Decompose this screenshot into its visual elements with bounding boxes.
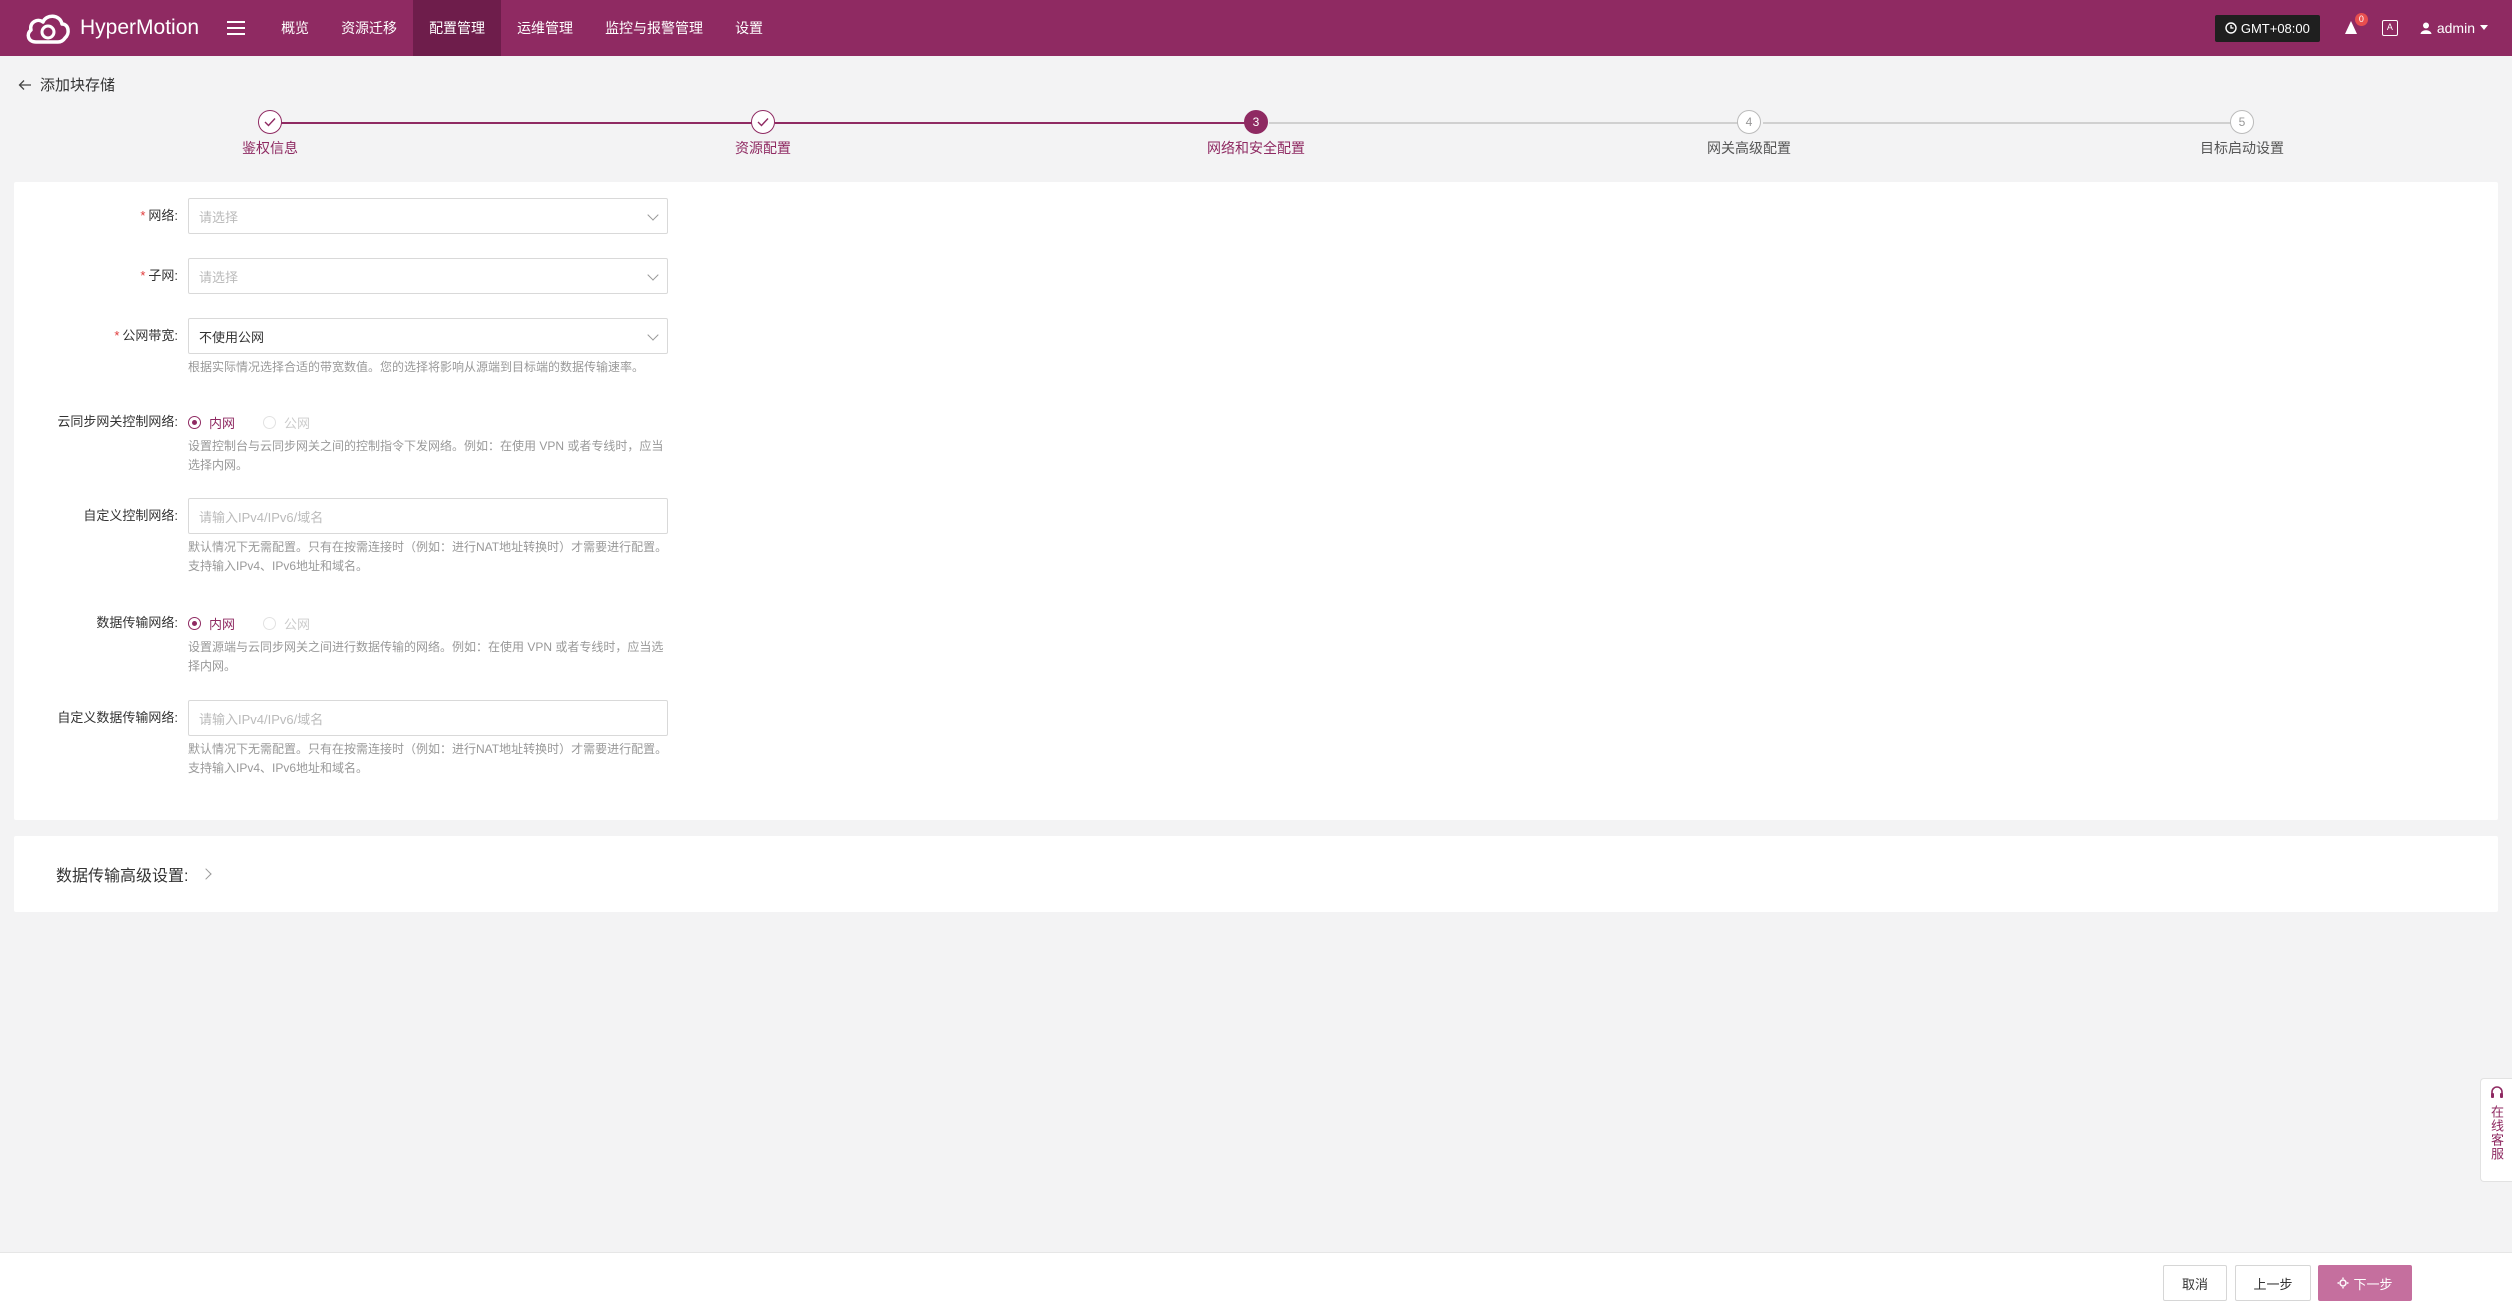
- chevron-down-icon: [647, 329, 659, 341]
- advanced-settings-panel[interactable]: 数据传输高级设置:: [14, 836, 2498, 912]
- network-form-card: * 网络: 请选择 * 子网: 请选择 * 公网带宽: 不使用公网 根据实际情况选择合…: [14, 182, 2498, 820]
- control-network-radio-public[interactable]: 公网: [263, 413, 310, 432]
- page-title: 添加块存储: [40, 77, 116, 94]
- control-network-hint: 设置控制台与云同步网关之间的控制指令下发网络。例如：在使用 VPN 或者专线时，…: [188, 439, 664, 472]
- network-label: * 网络:: [140, 208, 178, 223]
- step-1[interactable]: 鉴权信息: [180, 110, 360, 158]
- step-3: 3 网络和安全配置: [1166, 110, 1346, 158]
- subnet-label: * 子网:: [140, 268, 178, 283]
- step-number: 3: [1244, 110, 1268, 134]
- back-link[interactable]: 添加块存储: [18, 74, 115, 95]
- timezone-label: GMT+08:00: [2240, 20, 2310, 36]
- custom-data-placeholder: 请输入IPv4/IPv6/域名: [199, 711, 324, 727]
- chevron-down-icon: [647, 209, 659, 221]
- nav-item-config[interactable]: 配置管理: [413, 0, 502, 56]
- check-icon: [751, 110, 775, 134]
- brand-name: HyperMotion: [80, 16, 200, 39]
- form-row-custom-data: 自定义数据传输网络: 请输入IPv4/IPv6/域名 默认情况下无需配置。只有在…: [14, 700, 668, 778]
- step-label: 目标启动设置: [2200, 140, 2284, 156]
- form-row-control-network: 云同步网关控制网络: 内网 公网 设置控制台与云同步网关之间的控制指令下发网络。…: [14, 404, 668, 475]
- subnet-placeholder: 请选择: [199, 269, 239, 285]
- custom-control-hint: 默认情况下无需配置。只有在按需连接时（例如：进行NAT地址转换时）才需要进行配置…: [188, 540, 668, 573]
- network-select[interactable]: 请选择: [188, 198, 668, 234]
- top-navbar: HyperMotion 概览 资源迁移 配置管理 运维管理 监控与报警管理 设置…: [0, 0, 2512, 56]
- custom-data-label: 自定义数据传输网络:: [57, 710, 178, 725]
- language-icon[interactable]: A: [2381, 20, 2398, 36]
- control-network-label: 云同步网关控制网络:: [57, 414, 178, 429]
- custom-control-input[interactable]: 请输入IPv4/IPv6/域名: [188, 498, 668, 534]
- step-label: 鉴权信息: [242, 140, 298, 156]
- step-label: 网关高级配置: [1707, 140, 1791, 156]
- main-nav: 概览 资源迁移 配置管理 运维管理 监控与报警管理 设置: [265, 0, 779, 56]
- step-number: 5: [2230, 110, 2254, 134]
- nav-item-ops[interactable]: 运维管理: [501, 0, 589, 56]
- step-2[interactable]: 资源配置: [673, 110, 853, 158]
- advanced-settings-title: 数据传输高级设置:: [56, 868, 189, 885]
- online-service-label: 在线客服: [2489, 1105, 2504, 1161]
- nav-item-settings[interactable]: 设置: [719, 0, 779, 56]
- data-network-radio-public[interactable]: 公网: [263, 614, 310, 633]
- bandwidth-value: 不使用公网: [199, 329, 265, 345]
- custom-data-hint: 默认情况下无需配置。只有在按需连接时（例如：进行NAT地址转换时）才需要进行配置…: [188, 742, 668, 775]
- user-icon: [2420, 22, 2432, 34]
- subnet-select[interactable]: 请选择: [188, 258, 668, 294]
- online-service-widget[interactable]: 在线客服: [2480, 1078, 2512, 1182]
- bandwidth-label: * 公网带宽:: [114, 328, 178, 343]
- control-network-radio-intranet[interactable]: 内网: [188, 413, 235, 432]
- menu-toggle-icon[interactable]: [227, 21, 246, 35]
- notification-count: 0: [2354, 13, 2368, 26]
- custom-data-input[interactable]: 请输入IPv4/IPv6/域名: [188, 700, 668, 736]
- user-name: admin: [2436, 20, 2475, 36]
- cloud-logo-icon: [26, 14, 70, 44]
- nav-item-migration[interactable]: 资源迁移: [325, 0, 413, 56]
- wizard-steps: 鉴权信息 资源配置 3 网络和安全配置 4 网关高级配置 5 目标启动设置: [0, 110, 2512, 164]
- check-icon: [258, 110, 282, 134]
- form-row-network: * 网络: 请选择: [14, 198, 668, 234]
- data-network-radio-intranet[interactable]: 内网: [188, 614, 235, 633]
- bandwidth-hint: 根据实际情况选择合适的带宽数值。您的选择将影响从源端到目标端的数据传输速率。: [188, 360, 645, 374]
- data-network-hint: 设置源端与云同步网关之间进行数据传输的网络。例如：在使用 VPN 或者专线时，应…: [188, 640, 664, 673]
- clock-icon: [2225, 22, 2237, 34]
- form-row-subnet: * 子网: 请选择: [14, 258, 668, 294]
- next-step-button[interactable]: 下一步: [2318, 1265, 2412, 1301]
- bandwidth-select[interactable]: 不使用公网: [188, 318, 668, 354]
- data-network-label: 数据传输网络:: [96, 615, 178, 630]
- form-row-custom-control: 自定义控制网络: 请输入IPv4/IPv6/域名 默认情况下无需配置。只有在按需…: [14, 498, 668, 576]
- logo[interactable]: HyperMotion: [22, 8, 199, 48]
- step-number: 4: [1737, 110, 1761, 134]
- chevron-down-icon: [647, 269, 659, 281]
- nav-item-monitor[interactable]: 监控与报警管理: [589, 0, 719, 56]
- arrow-left-icon: [18, 79, 31, 90]
- step-5: 5 目标启动设置: [2152, 110, 2332, 158]
- custom-control-placeholder: 请输入IPv4/IPv6/域名: [199, 509, 324, 525]
- step-4: 4 网关高级配置: [1659, 110, 1839, 158]
- headset-icon: [2490, 1086, 2503, 1098]
- next-step-label: 下一步: [2353, 1276, 2393, 1292]
- custom-control-label: 自定义控制网络:: [83, 508, 178, 523]
- prev-step-button[interactable]: 上一步: [2235, 1265, 2311, 1301]
- chevron-right-icon[interactable]: [200, 868, 213, 880]
- nav-item-overview[interactable]: 概览: [265, 0, 325, 56]
- step-label: 资源配置: [735, 140, 791, 156]
- gear-icon: [2337, 1277, 2349, 1289]
- network-placeholder: 请选择: [199, 209, 239, 225]
- form-row-data-network: 数据传输网络: 内网 公网 设置源端与云同步网关之间进行数据传输的网络。例如：在…: [14, 605, 668, 676]
- cancel-button[interactable]: 取消: [2163, 1265, 2227, 1301]
- notification-bell-icon[interactable]: 0: [2342, 13, 2368, 37]
- caret-down-icon: [2480, 25, 2488, 30]
- step-label: 网络和安全配置: [1207, 140, 1305, 156]
- form-row-bandwidth: * 公网带宽: 不使用公网 根据实际情况选择合适的带宽数值。您的选择将影响从源端到…: [14, 318, 668, 377]
- timezone-badge[interactable]: GMT+08:00: [2214, 14, 2320, 42]
- user-menu[interactable]: admin: [2420, 20, 2488, 36]
- footer-actions: 取消 上一步 下一步: [0, 1252, 2512, 1314]
